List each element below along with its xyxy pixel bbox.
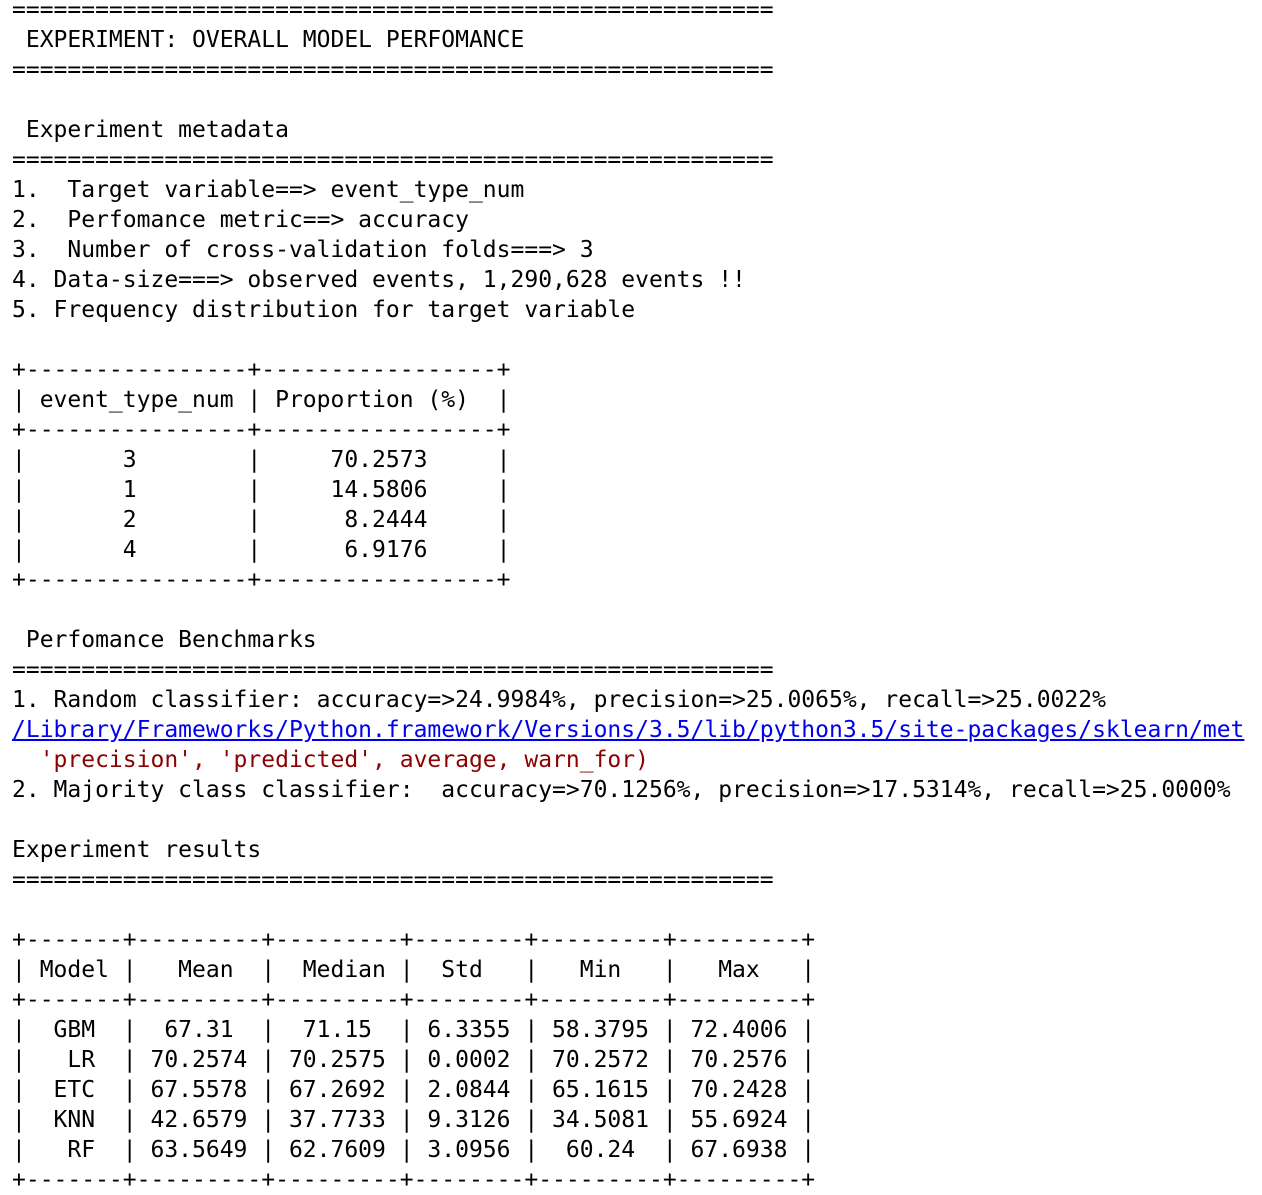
output-line: Experiment metadata: [12, 117, 289, 143]
output-line: | Model | Mean | Median | Std | Min | Ma…: [12, 957, 816, 983]
output-line: +----------------+-----------------+: [12, 417, 511, 443]
output-line: ========================================…: [12, 0, 774, 23]
output-line: +----------------+-----------------+: [12, 357, 511, 383]
output-line: ========================================…: [12, 147, 774, 173]
output-line: 5. Frequency distribution for target var…: [12, 297, 636, 323]
output-line: +----------------+-----------------+: [12, 567, 511, 593]
output-line: | event_type_num | Proportion (%) |: [12, 387, 511, 413]
warning-line: 'precision', 'predicted', average, warn_…: [12, 747, 649, 773]
output-line: 3. Number of cross-validation folds===> …: [12, 237, 594, 263]
output-line: | 3 | 70.2573 |: [12, 447, 511, 473]
file-path-link[interactable]: /Library/Frameworks/Python.framework/Ver…: [12, 715, 1244, 745]
output-line: +-------+---------+---------+--------+--…: [12, 927, 816, 953]
output-line: 2. Majority class classifier: accuracy=>…: [12, 777, 1231, 803]
output-line: | 2 | 8.2444 |: [12, 507, 511, 533]
output-line: | RF | 63.5649 | 62.7609 | 3.0956 | 60.2…: [12, 1137, 816, 1163]
output-line: | KNN | 42.6579 | 37.7733 | 9.3126 | 34.…: [12, 1107, 816, 1133]
output-line: ========================================…: [12, 867, 774, 893]
output-line: | 4 | 6.9176 |: [12, 537, 511, 563]
output-line: | ETC | 67.5578 | 67.2692 | 2.0844 | 65.…: [12, 1077, 816, 1103]
output-line: | 1 | 14.5806 |: [12, 477, 511, 503]
output-line: | GBM | 67.31 | 71.15 | 6.3355 | 58.3795…: [12, 1017, 816, 1043]
output-line: Perfomance Benchmarks: [12, 627, 317, 653]
output-line: ========================================…: [12, 57, 774, 83]
output-line: ========================================…: [12, 657, 774, 683]
output-line: EXPERIMENT: OVERALL MODEL PERFOMANCE: [12, 27, 525, 53]
output-line: 4. Data-size===> observed events, 1,290,…: [12, 267, 746, 293]
output-line: Experiment results: [12, 837, 262, 863]
output-line: | LR | 70.2574 | 70.2575 | 0.0002 | 70.2…: [12, 1047, 816, 1073]
output-line: +-------+---------+---------+--------+--…: [12, 1167, 816, 1193]
output-line: +-------+---------+---------+--------+--…: [12, 987, 816, 1013]
terminal-output: ========================================…: [12, 0, 1244, 1195]
output-line: 1. Random classifier: accuracy=>24.9984%…: [12, 687, 1106, 713]
output-line: 2. Perfomance metric==> accuracy: [12, 207, 469, 233]
output-line: 1. Target variable==> event_type_num: [12, 177, 525, 203]
